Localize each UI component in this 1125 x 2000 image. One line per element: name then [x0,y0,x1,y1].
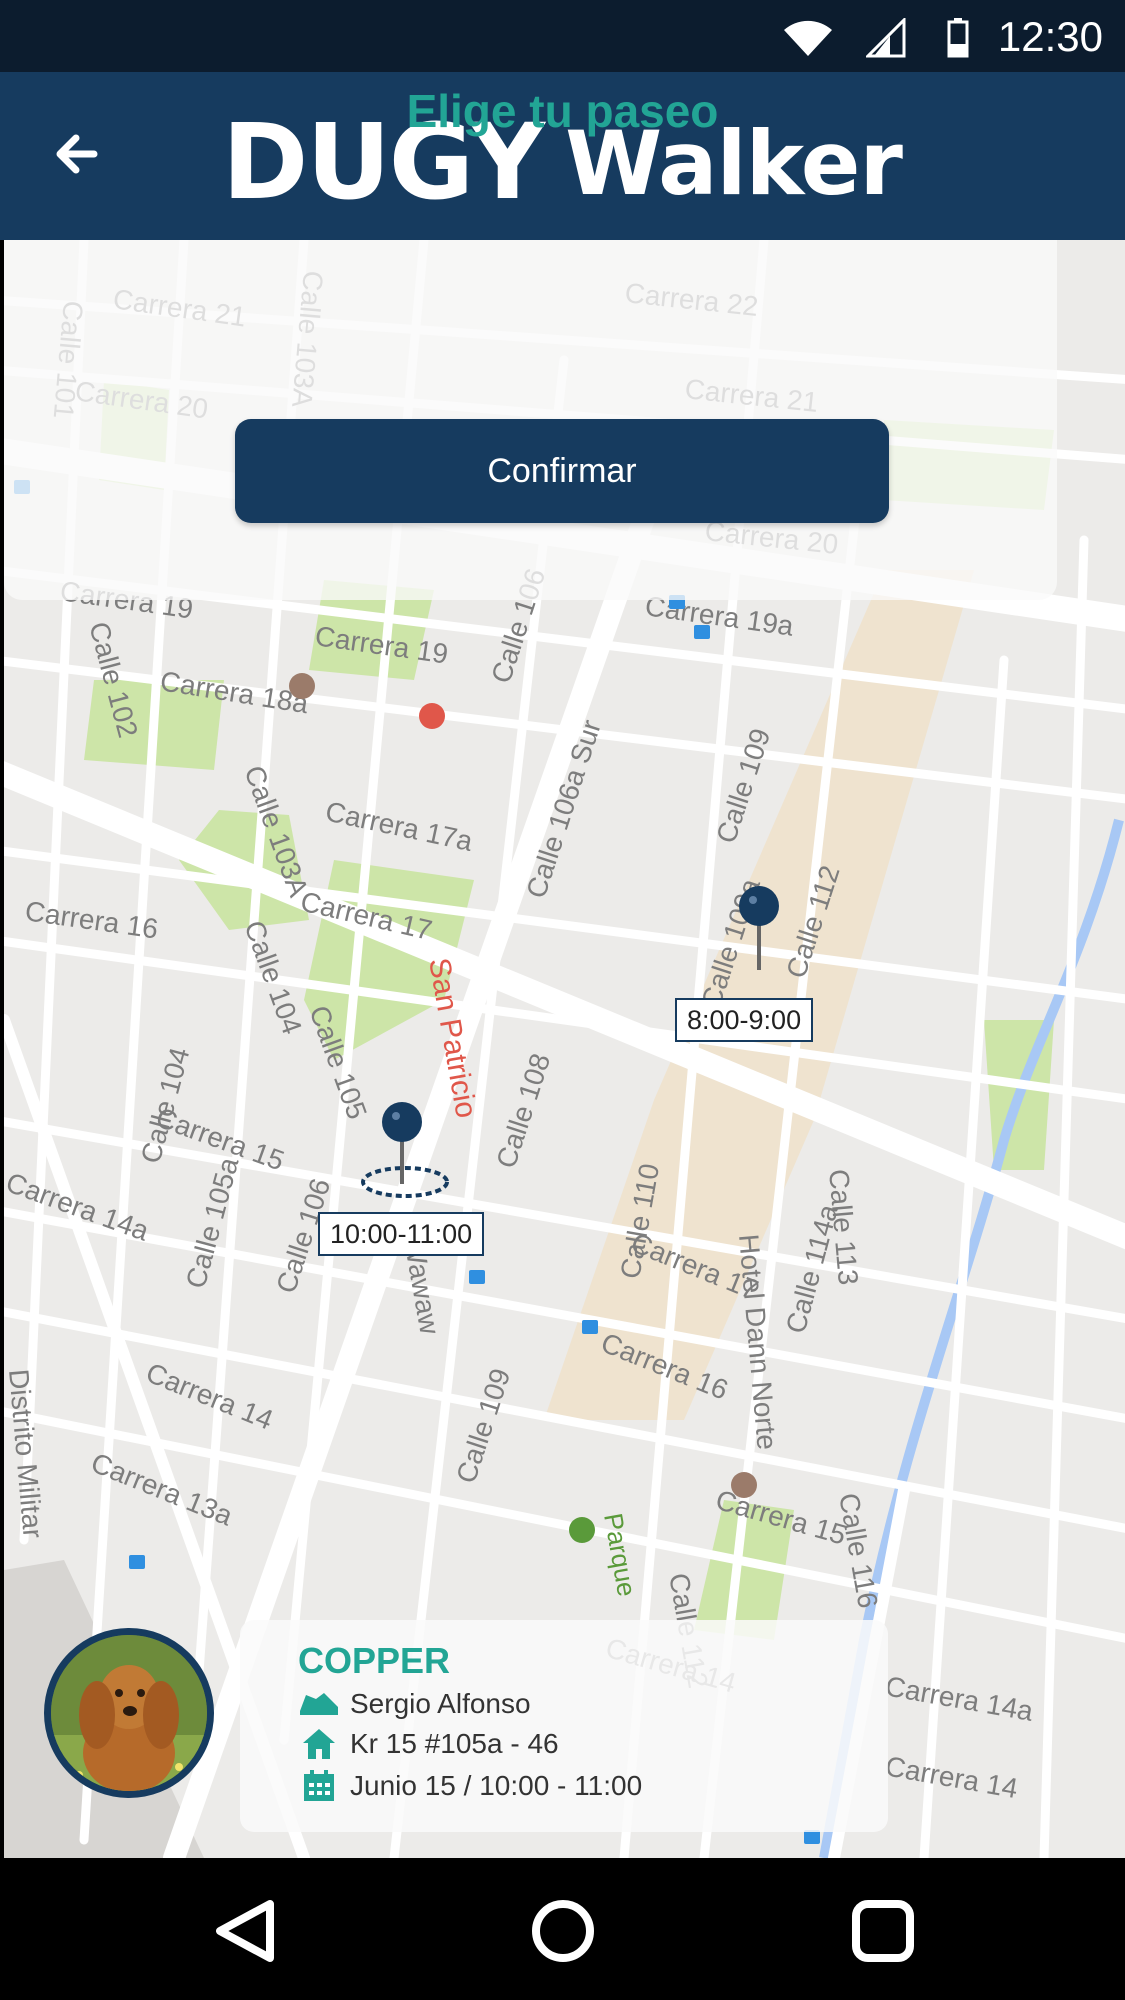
confirm-button[interactable]: Confirmar [235,419,889,523]
nav-recents-button[interactable] [838,1886,928,1976]
pin-time-label-1[interactable]: 8:00-9:00 [675,998,814,1042]
schedule: Junio 15 / 10:00 - 11:00 [350,1770,643,1801]
svg-text:Carrera 14a: Carrera 14a [883,1670,1036,1727]
svg-text:Parque: Parque [598,1511,642,1599]
dog-photo [51,1635,207,1791]
svg-text:Carrera 14: Carrera 14 [142,1357,278,1436]
system-nav-bar [0,1858,1125,2000]
wifi-icon [784,20,832,56]
svg-text:Calle 109: Calle 109 [450,1365,516,1487]
map-pin-icon [361,1102,449,1198]
svg-text:Carrera 14: Carrera 14 [883,1750,1020,1804]
arrow-left-icon [56,134,98,174]
svg-text:Calle 116: Calle 116 [833,1491,884,1611]
svg-text:Distrito Militar: Distrito Militar [4,1368,49,1540]
status-bar: 12:30 [0,0,1125,72]
map-pin-icon [739,886,779,970]
shoe-icon [298,1686,340,1722]
nav-back-button[interactable] [200,1886,290,1976]
dog-name: COPPER [298,1640,451,1681]
dog-avatar[interactable] [44,1628,214,1798]
panel-title: Elige tu paseo [406,85,719,137]
recents-square-icon [852,1900,914,1962]
walker-row: Sergio Alfonso [298,1686,531,1722]
nav-home-button[interactable] [518,1886,608,1976]
pin-time-label-2[interactable]: 10:00-11:00 [318,1212,485,1256]
map-pin-2-selected[interactable] [360,1100,450,1200]
battery-icon [947,18,969,58]
calendar-icon [298,1768,340,1804]
schedule-row: Junio 15 / 10:00 - 11:00 [298,1768,642,1804]
svg-text:Carrera 17a: Carrera 17a [323,796,476,857]
home-circle-icon [532,1900,594,1962]
address: Kr 15 #105a - 46 [350,1728,559,1759]
clock: 12:30 [997,13,1103,60]
svg-text:Calle 104: Calle 104 [135,1044,196,1166]
walker-name: Sergio Alfonso [350,1688,531,1719]
svg-text:Calle 108: Calle 108 [490,1050,556,1172]
address-row: Kr 15 #105a - 46 [298,1726,559,1762]
back-triangle-icon [216,1900,274,1962]
map-pin-1[interactable] [737,884,781,970]
home-icon [298,1726,340,1762]
signal-icon [866,18,906,58]
